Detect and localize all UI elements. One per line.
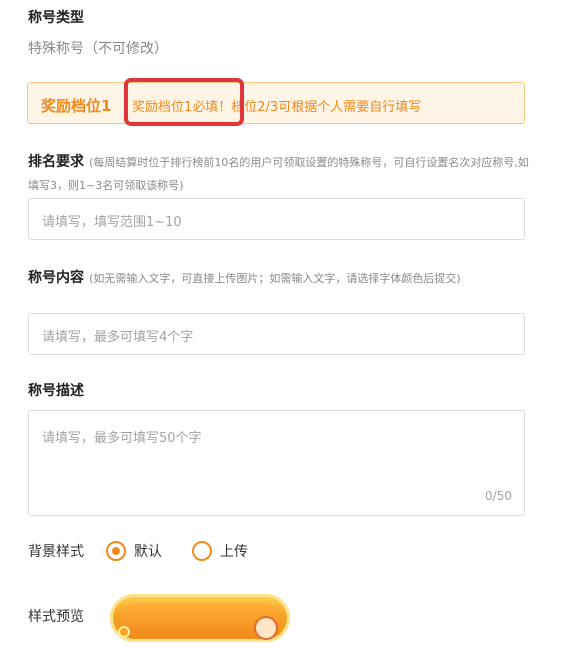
content-hint: (如无需输入文字，可直接上传图片；如需输入文字，请选择字体颜色后提交): [89, 272, 461, 285]
title-type-label: 称号类型: [28, 10, 84, 26]
radio-unselected-icon: [192, 541, 212, 561]
description-char-counter: 0/50: [485, 489, 512, 503]
ranking-requirement-header: 排名要求 (每周结算时位于排行榜前10名的用户可领取设置的特殊称号，可自行设置名…: [28, 150, 538, 196]
content-requirement-header: 称号内容 (如无需输入文字，可直接上传图片；如需输入文字，请选择字体颜色后提交): [28, 266, 538, 289]
background-upload-label: 上传: [220, 544, 248, 560]
ranking-placeholder: 请填写，填写范围1~10: [42, 215, 182, 230]
background-style-label: 背景样式: [28, 544, 84, 560]
background-style-row: 背景样式 默认 上传: [28, 540, 278, 562]
description-textarea[interactable]: 请填写，最多可填写50个字 0/50: [28, 410, 525, 516]
ranking-label: 排名要求: [28, 154, 84, 170]
background-upload-radio[interactable]: 上传: [192, 541, 248, 561]
radio-selected-icon: [106, 541, 126, 561]
reward-tier-note: 奖励档位1必填！档位2/3可根据个人需要自行填写: [132, 100, 422, 115]
background-default-radio[interactable]: 默认: [106, 541, 162, 561]
title-type-value: 特殊称号（不可修改）: [28, 41, 168, 57]
mascot-icon: [254, 616, 278, 640]
description-label: 称号描述: [28, 383, 84, 399]
content-input[interactable]: 请填写，最多可填写4个字: [28, 313, 525, 355]
orange-fruit-icon: [118, 626, 130, 638]
reward-tier-tab[interactable]: 奖励档位1 奖励档位1必填！档位2/3可根据个人需要自行填写: [27, 82, 525, 124]
ranking-hint: (每周结算时位于排行榜前10名的用户可领取设置的特殊称号，可自行设置名次对应称号…: [28, 156, 529, 192]
description-placeholder: 请填写，最多可填写50个字: [42, 431, 202, 446]
content-placeholder: 请填写，最多可填写4个字: [42, 330, 194, 345]
content-label: 称号内容: [28, 270, 84, 286]
title-badge-preview-image: [110, 594, 290, 642]
reward-tier-title: 奖励档位1: [41, 97, 112, 115]
background-default-label: 默认: [134, 544, 162, 560]
style-preview-label: 样式预览: [28, 609, 84, 625]
ranking-input[interactable]: 请填写，填写范围1~10: [28, 198, 525, 240]
